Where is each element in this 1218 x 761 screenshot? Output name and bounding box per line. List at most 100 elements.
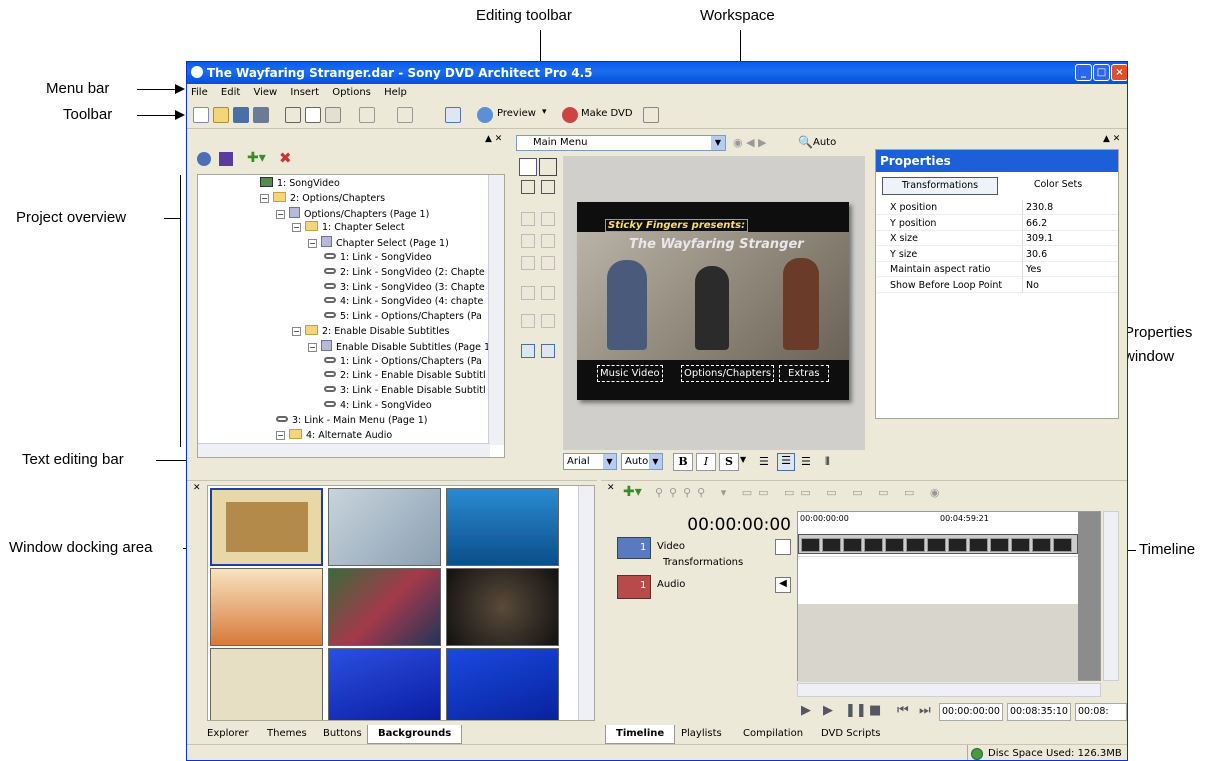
chevron-down-icon[interactable]: ▼ (711, 136, 725, 150)
pan-icon[interactable] (541, 180, 555, 194)
italic-button[interactable]: I (696, 453, 716, 471)
background-thumb-blue-wave[interactable] (328, 648, 441, 720)
video-event[interactable] (798, 534, 1078, 554)
shadow-dropdown-icon[interactable]: ▼ (740, 455, 746, 464)
timeline-close-icon[interactable]: ✕ (607, 483, 615, 493)
tree-horizontal-scrollbar[interactable] (198, 443, 490, 457)
tab-explorer[interactable]: Explorer (197, 725, 259, 743)
project-tree[interactable]: 1: SongVideo −2: Options/Chapters − Options… (197, 174, 505, 458)
minimize-button[interactable]: _ (1075, 64, 1092, 81)
preview-dropdown-icon[interactable]: ▾ (542, 107, 547, 117)
nav-up-icon[interactable]: ◉ ◀ ▶ (733, 136, 767, 149)
copy-icon[interactable] (305, 107, 321, 123)
make-dvd-icon[interactable] (562, 107, 578, 123)
tree-vertical-scrollbar[interactable] (488, 175, 504, 445)
paste-icon[interactable] (325, 107, 341, 123)
center-vertical-icon[interactable] (541, 344, 555, 358)
font-dropdown-icon[interactable]: ▼ (603, 454, 616, 469)
hand-icon[interactable] (521, 180, 535, 194)
tree-item[interactable]: − Chapter Select (Page 1) (308, 236, 449, 251)
menu-insert[interactable]: Insert (290, 87, 319, 98)
background-thumb-candles[interactable] (210, 568, 323, 646)
collapse-icon[interactable]: − (308, 342, 317, 352)
property-row[interactable]: Show Before Loop Point No (876, 277, 1118, 293)
tab-themes[interactable]: Themes (257, 725, 317, 743)
background-thumb-frame[interactable] (328, 488, 441, 566)
tab-dvd-scripts[interactable]: DVD Scripts (811, 725, 890, 743)
cut-icon[interactable] (285, 107, 301, 123)
overview-add-icon[interactable]: ✚▾ (247, 150, 266, 166)
menu-selector[interactable]: Main Menu ▼ (516, 135, 726, 151)
tree-item[interactable]: 3: Link - SongVideo (3: Chapte (324, 281, 485, 295)
play-from-start-icon[interactable]: ▶ (801, 703, 811, 718)
property-value[interactable]: No (1022, 277, 1039, 293)
tree-item[interactable]: − 2: Enable Disable Subtitles (292, 325, 450, 339)
tab-backgrounds[interactable]: Backgrounds (367, 725, 463, 744)
tree-item[interactable]: − Options/Chapters (Page 1) (276, 206, 429, 222)
property-value[interactable]: 66.2 (1022, 215, 1047, 231)
background-thumb-map[interactable] (210, 648, 323, 720)
timecode-display[interactable]: 00:00:00:00 (663, 515, 791, 535)
video-track-button[interactable] (775, 539, 791, 555)
tree-item[interactable]: − Enable Disable Subtitles (Page 1) (308, 339, 494, 355)
render-icon[interactable] (253, 107, 269, 123)
tree-item[interactable]: 5: Link - Options/Chapters (Pa (324, 310, 482, 324)
bold-button[interactable]: B (673, 453, 693, 471)
save-icon[interactable] (233, 107, 249, 123)
pane-close-icon[interactable]: ▲ ✕ (485, 134, 502, 144)
property-value[interactable]: 230.8 (1022, 200, 1053, 215)
tree-item[interactable]: 1: Link - SongVideo (324, 251, 432, 265)
menu-view[interactable]: View (253, 87, 277, 98)
tree-item[interactable]: 3: Link - Main Menu (Page 1) (276, 414, 427, 428)
collapse-icon[interactable]: − (260, 193, 269, 203)
property-value[interactable]: Yes (1022, 262, 1041, 277)
redo-icon[interactable] (397, 107, 413, 123)
collapse-icon[interactable]: − (308, 239, 317, 249)
tree-item[interactable]: 2: Link - Enable Disable Subtitl (324, 369, 486, 383)
make-dvd-button[interactable]: Make DVD (581, 108, 633, 119)
dock-close-icon[interactable]: ✕ (193, 483, 201, 493)
close-button[interactable]: × (1111, 64, 1127, 81)
align-text-left-icon[interactable]: ☰ (759, 455, 769, 468)
font-select[interactable]: Arial ▼ (563, 453, 617, 470)
tab-buttons[interactable]: Buttons (313, 725, 372, 743)
background-thumb-globe[interactable] (446, 568, 559, 646)
tree-item[interactable]: − 4: Alternate Audio (276, 428, 392, 443)
stop-icon[interactable]: ■ (869, 703, 881, 718)
property-row[interactable]: Maintain aspect ratio Yes (876, 262, 1118, 277)
select-arrow-icon[interactable] (519, 158, 537, 176)
length-time[interactable]: 00:08:35:10 (1007, 703, 1071, 721)
zoom-icon[interactable]: 🔍 (798, 135, 813, 149)
tree-item[interactable]: 1: Link - Options/Chapters (Pa (324, 355, 482, 369)
backgrounds-gallery[interactable] (207, 485, 595, 721)
size-dropdown-icon[interactable]: ▼ (649, 454, 662, 469)
maximize-button[interactable]: □ (1093, 64, 1110, 81)
tab-color-sets[interactable]: Color Sets (1000, 177, 1116, 195)
tree-item[interactable]: 2: Link - SongVideo (2: Chapte (324, 266, 485, 280)
shadow-button[interactable]: S (719, 453, 739, 471)
tree-item[interactable]: 4: Link - SongVideo (324, 399, 432, 413)
gallery-scrollbar[interactable] (578, 486, 594, 720)
background-thumb-abstract[interactable] (328, 568, 441, 646)
pause-icon[interactable]: ❚❚ (845, 703, 867, 718)
tab-playlists[interactable]: Playlists (671, 725, 732, 743)
property-row[interactable]: X position 230.8 (876, 200, 1118, 215)
collapse-icon[interactable]: − (292, 223, 301, 233)
go-end-icon[interactable]: ⏭ (919, 703, 931, 718)
timeline-horizontal-scrollbar[interactable] (797, 683, 1101, 697)
property-value[interactable]: 30.6 (1022, 246, 1047, 262)
background-thumb-blue-silk[interactable] (446, 648, 559, 720)
go-start-icon[interactable]: ⏮ (897, 703, 909, 718)
play-icon[interactable]: ▶ (823, 703, 833, 718)
end-time[interactable]: 00:08: (1075, 703, 1127, 721)
collapse-icon[interactable]: − (292, 327, 301, 336)
menu-edit[interactable]: Edit (221, 87, 240, 98)
overview-delete-icon[interactable]: ✖ (279, 149, 292, 167)
tab-transformations[interactable]: Transformations (882, 177, 998, 195)
grid-icon[interactable] (539, 158, 557, 176)
audio-track-header[interactable]: 1 Audio ◀ (617, 575, 793, 605)
preview-button[interactable]: Preview (497, 108, 536, 119)
undo-icon[interactable] (359, 107, 375, 123)
speaker-icon[interactable]: ◀ (775, 577, 791, 593)
tab-timeline[interactable]: Timeline (605, 725, 676, 744)
